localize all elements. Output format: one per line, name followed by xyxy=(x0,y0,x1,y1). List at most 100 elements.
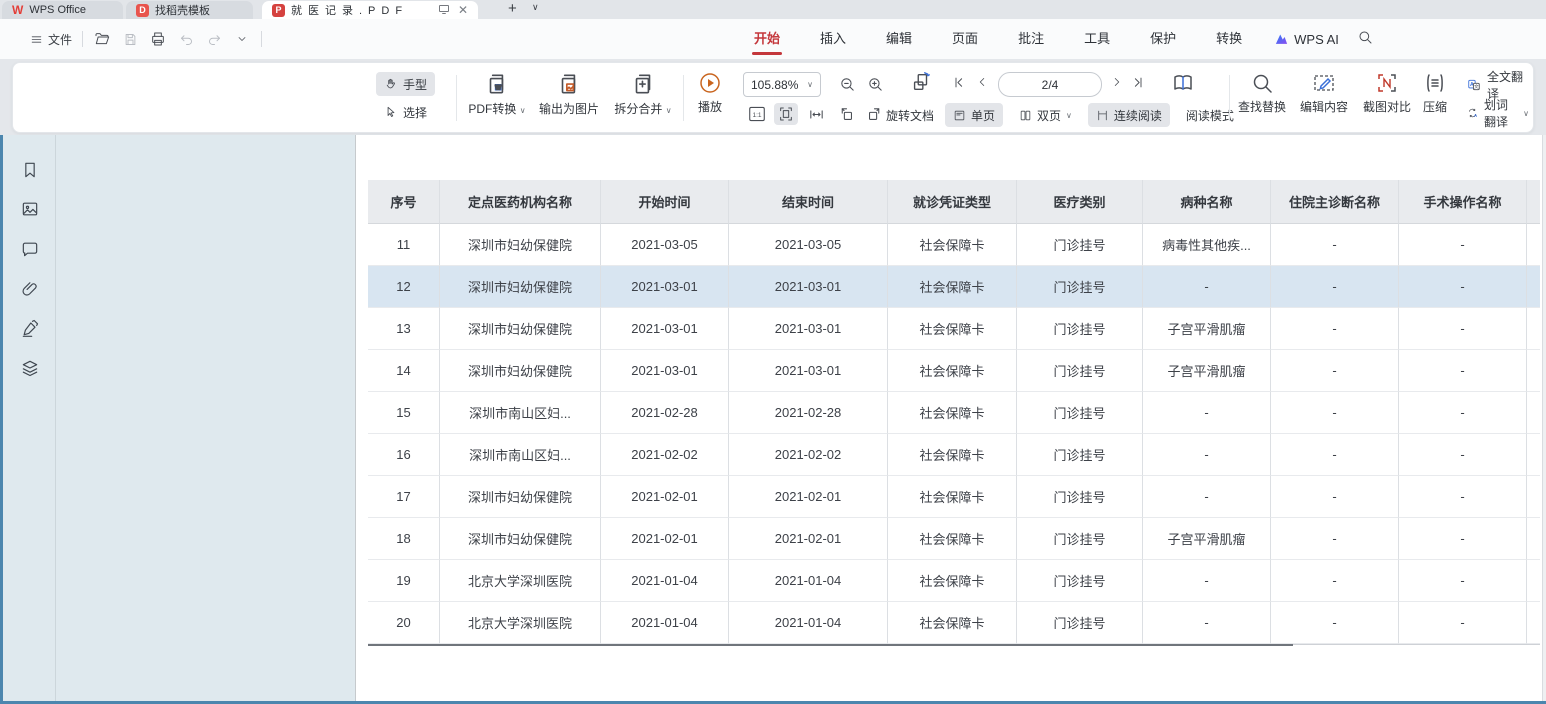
rotate-doc-label[interactable]: 旋转文档 xyxy=(886,107,934,124)
compress-icon xyxy=(1423,71,1447,95)
ribbon-search-icon[interactable] xyxy=(1357,29,1373,50)
close-tab-icon[interactable]: ✕ xyxy=(458,3,468,17)
table-cell: - xyxy=(1143,434,1271,476)
table-cell: - xyxy=(1399,392,1527,434)
double-page-label: 双页 xyxy=(1037,107,1061,124)
quick-access-chevron-icon[interactable] xyxy=(233,30,251,48)
new-tab-button[interactable]: + xyxy=(508,0,517,17)
table-row-19[interactable]: 19北京大学深圳医院2021-01-042021-01-04社会保障卡门诊挂号-… xyxy=(368,560,1540,602)
layers-icon[interactable] xyxy=(20,358,42,380)
table-cell: - xyxy=(1399,560,1527,602)
table-cell: - xyxy=(1271,308,1399,350)
ribbon-tab-批注[interactable]: 批注 xyxy=(998,19,1064,59)
table-cell: 深圳市妇幼保健院 xyxy=(440,224,601,266)
table-row-18[interactable]: 18深圳市妇幼保健院2021-02-012021-02-01社会保障卡门诊挂号子… xyxy=(368,518,1540,560)
open-file-icon[interactable] xyxy=(93,30,111,48)
edit-content-label: 编辑内容 xyxy=(1300,98,1348,115)
ribbon-tab-插入[interactable]: 插入 xyxy=(800,19,866,59)
actual-size-icon[interactable]: 1:1 xyxy=(745,103,769,125)
table-cell: - xyxy=(1399,266,1527,308)
double-page-button[interactable]: 双页 ∨ xyxy=(1011,103,1080,127)
page-indicator-input[interactable]: 2/4 xyxy=(998,72,1102,97)
table-cell: 14 xyxy=(368,350,440,392)
table-cell: - xyxy=(1143,476,1271,518)
ribbon-tab-工具[interactable]: 工具 xyxy=(1064,19,1130,59)
bookmark-icon[interactable] xyxy=(20,160,42,182)
present-mode-icon[interactable] xyxy=(438,3,450,18)
thumbnail-icon[interactable] xyxy=(20,199,42,221)
export-image-button[interactable]: 输出为图片 xyxy=(533,71,605,117)
tab-label: WPS Office xyxy=(29,4,86,16)
hand-tool-button[interactable]: 手型 xyxy=(376,72,435,96)
edit-content-icon xyxy=(1312,71,1336,95)
redo-icon[interactable] xyxy=(205,30,223,48)
full-translate-button[interactable]: A文 全文翻译 xyxy=(1463,73,1533,97)
page-indicator-value: 2/4 xyxy=(1042,78,1059,92)
single-page-button[interactable]: 单页 xyxy=(945,103,1003,127)
continuous-read-icon xyxy=(1096,109,1109,122)
table-row-13[interactable]: 13深圳市妇幼保健院2021-03-012021-03-01社会保障卡门诊挂号子… xyxy=(368,308,1540,350)
compress-button[interactable]: 压缩 xyxy=(1405,71,1465,115)
table-cell: 2021-03-05 xyxy=(729,224,888,266)
table-header-cell: 结束时间 xyxy=(729,180,888,224)
rotate-right-icon[interactable] xyxy=(862,103,886,125)
tab-label: 找稻壳模板 xyxy=(155,2,210,18)
wps-ai-button[interactable]: WPS AI xyxy=(1262,32,1351,47)
table-cell: 17 xyxy=(368,476,440,518)
fit-page-icon[interactable] xyxy=(774,103,798,125)
last-page-icon[interactable] xyxy=(1131,75,1146,90)
table-cell xyxy=(1527,308,1540,350)
table-cell: 门诊挂号 xyxy=(1017,560,1143,602)
table-row-12[interactable]: 12深圳市妇幼保健院2021-03-012021-03-01社会保障卡门诊挂号-… xyxy=(368,266,1540,308)
select-tool-button[interactable]: 选择 xyxy=(376,100,435,124)
table-cell: 2021-02-28 xyxy=(601,392,729,434)
table-cell xyxy=(1527,392,1540,434)
table-row-20[interactable]: 20北京大学深圳医院2021-01-042021-01-04社会保障卡门诊挂号-… xyxy=(368,602,1540,644)
table-cell: 2021-02-01 xyxy=(729,476,888,518)
table-row-17[interactable]: 17深圳市妇幼保健院2021-02-012021-02-01社会保障卡门诊挂号-… xyxy=(368,476,1540,518)
file-menu-button[interactable]: 文件 xyxy=(30,31,72,48)
play-button[interactable]: 播放 xyxy=(674,71,746,115)
table-row-16[interactable]: 16深圳市南山区妇...2021-02-022021-02-02社会保障卡门诊挂… xyxy=(368,434,1540,476)
table-cell: 2021-03-01 xyxy=(601,308,729,350)
continuous-read-button[interactable]: 连续阅读 xyxy=(1088,103,1170,127)
comment-icon[interactable] xyxy=(20,239,42,261)
signature-icon[interactable] xyxy=(20,318,42,340)
table-cell: 社会保障卡 xyxy=(888,392,1017,434)
zoom-out-icon[interactable] xyxy=(835,73,859,95)
table-header-cell xyxy=(1527,180,1540,224)
tab-document-active[interactable]: P 就医记录.PDF ✕ xyxy=(262,1,478,19)
word-translate-icon: A xyxy=(1467,105,1478,121)
next-page-icon[interactable] xyxy=(1110,75,1124,89)
print-icon[interactable] xyxy=(149,30,167,48)
table-row-11[interactable]: 11深圳市妇幼保健院2021-03-052021-03-05社会保障卡门诊挂号病… xyxy=(368,224,1540,266)
ribbon-tab-页面[interactable]: 页面 xyxy=(932,19,998,59)
ribbon-tab-开始[interactable]: 开始 xyxy=(734,19,800,59)
fit-width-icon[interactable] xyxy=(804,103,828,125)
zoom-level-select[interactable]: 105.88% ∨ xyxy=(743,72,821,97)
pdf-convert-button[interactable]: W PDF转换 ∨ xyxy=(461,71,533,117)
attachment-icon[interactable] xyxy=(20,279,42,301)
prev-page-icon[interactable] xyxy=(975,75,989,89)
tab-list-chevron-icon[interactable]: ∨ xyxy=(532,2,539,13)
table-cell: 深圳市妇幼保健院 xyxy=(440,476,601,518)
ribbon-tab-转换[interactable]: 转换 xyxy=(1196,19,1262,59)
ribbon-tab-编辑[interactable]: 编辑 xyxy=(866,19,932,59)
word-translate-button[interactable]: A 划词翻译 ∨ xyxy=(1463,101,1533,125)
zoom-in-icon[interactable] xyxy=(863,73,887,95)
first-page-icon[interactable] xyxy=(951,75,966,90)
rotate-doc-icon[interactable] xyxy=(909,71,933,93)
edit-content-button[interactable]: 编辑内容 xyxy=(1288,71,1360,115)
tab-docer[interactable]: D 找稻壳模板 xyxy=(126,1,253,19)
save-icon[interactable] xyxy=(121,30,139,48)
screenshot-compare-label: 截图对比 xyxy=(1363,98,1411,115)
tab-wps-office[interactable]: W WPS Office xyxy=(2,1,123,19)
ribbon-tab-保护[interactable]: 保护 xyxy=(1130,19,1196,59)
read-mode-icon[interactable] xyxy=(1171,71,1195,95)
table-cell: 2021-02-02 xyxy=(729,434,888,476)
undo-icon[interactable] xyxy=(177,30,195,48)
split-merge-button[interactable]: 拆分合并 ∨ xyxy=(607,71,679,117)
table-row-15[interactable]: 15深圳市南山区妇...2021-02-282021-02-28社会保障卡门诊挂… xyxy=(368,392,1540,434)
rotate-left-icon[interactable] xyxy=(834,103,858,125)
table-row-14[interactable]: 14深圳市妇幼保健院2021-03-012021-03-01社会保障卡门诊挂号子… xyxy=(368,350,1540,392)
